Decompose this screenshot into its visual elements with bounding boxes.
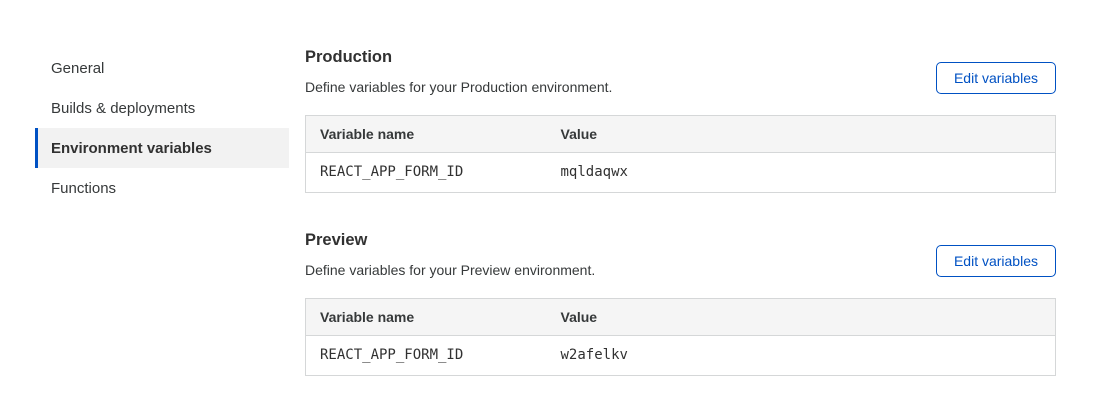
sidebar-item-environment-variables[interactable]: Environment variables [35, 128, 289, 168]
variable-value-cell: w2afelkv [547, 335, 1056, 375]
edit-variables-button-preview[interactable]: Edit variables [936, 245, 1056, 277]
variable-value-cell: mqldaqwx [547, 152, 1056, 192]
column-header-value: Value [547, 115, 1056, 152]
column-header-value: Value [547, 298, 1056, 335]
production-variables-table: Variable name Value REACT_APP_FORM_ID mq… [305, 115, 1056, 193]
production-section: Production Define variables for your Pro… [305, 48, 1056, 193]
sidebar-item-general[interactable]: General [35, 48, 289, 88]
sidebar-item-label: Functions [51, 180, 116, 197]
variable-name-cell: REACT_APP_FORM_ID [306, 152, 547, 192]
sidebar-item-label: Builds & deployments [51, 100, 195, 117]
table-header-row: Variable name Value [306, 298, 1056, 335]
table-header-row: Variable name Value [306, 115, 1056, 152]
table-row: REACT_APP_FORM_ID mqldaqwx [306, 152, 1056, 192]
sidebar-item-label: Environment variables [51, 140, 212, 157]
edit-variables-button-production[interactable]: Edit variables [936, 62, 1056, 94]
variable-name-cell: REACT_APP_FORM_ID [306, 335, 547, 375]
sidebar-item-label: General [51, 60, 104, 77]
environment-variables-settings-page: General Builds & deployments Environment… [0, 0, 1100, 376]
table-row: REACT_APP_FORM_ID w2afelkv [306, 335, 1056, 375]
column-header-variable-name: Variable name [306, 298, 547, 335]
sidebar-item-builds-deployments[interactable]: Builds & deployments [35, 88, 289, 128]
sidebar-item-functions[interactable]: Functions [35, 168, 289, 208]
settings-sidebar: General Builds & deployments Environment… [35, 48, 289, 376]
preview-variables-table: Variable name Value REACT_APP_FORM_ID w2… [305, 298, 1056, 376]
preview-section: Preview Define variables for your Previe… [305, 231, 1056, 376]
column-header-variable-name: Variable name [306, 115, 547, 152]
settings-content: Production Define variables for your Pro… [305, 48, 1056, 376]
